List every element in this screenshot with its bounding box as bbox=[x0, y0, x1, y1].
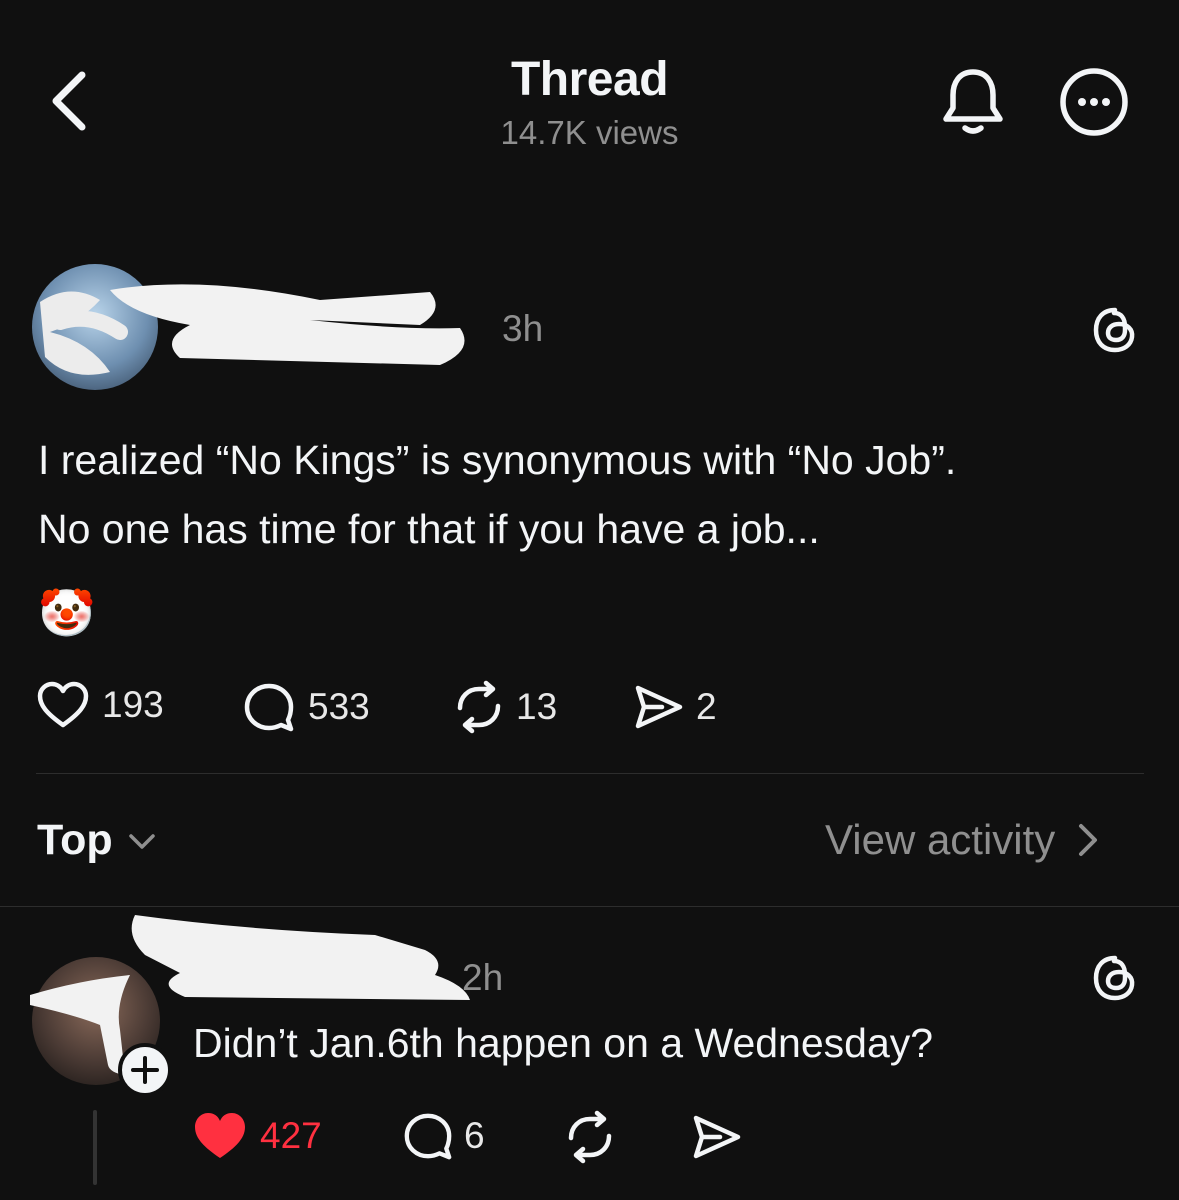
post-text-line: I realized “No Kings” is synonymous with… bbox=[38, 437, 957, 483]
repost-button[interactable]: 13 bbox=[452, 680, 557, 734]
comment-icon bbox=[404, 1113, 452, 1160]
view-activity-label: View activity bbox=[825, 816, 1056, 863]
reply-count: 6 bbox=[464, 1115, 485, 1156]
thread-line bbox=[93, 1110, 97, 1185]
username-redaction bbox=[110, 284, 465, 365]
reply-body: Didn’t Jan.6th happen on a Wednesday? bbox=[193, 1020, 934, 1066]
reply-timestamp: 2h bbox=[462, 957, 504, 998]
sort-label: Top bbox=[37, 816, 113, 864]
follow-button[interactable] bbox=[118, 1043, 172, 1097]
heart-icon bbox=[37, 681, 89, 728]
post-emoji: 🤡 bbox=[38, 587, 96, 639]
repost-button[interactable] bbox=[563, 1110, 617, 1164]
repost-icon bbox=[457, 680, 501, 734]
post-body: I realized “No Kings” is synonymous with… bbox=[38, 426, 1138, 564]
divider bbox=[36, 773, 1144, 774]
heart-icon bbox=[195, 1113, 245, 1158]
chevron-right-icon bbox=[1079, 824, 1098, 856]
sort-dropdown[interactable]: Top bbox=[37, 816, 159, 865]
like-button[interactable]: 427 bbox=[192, 1110, 322, 1162]
reply-count: 533 bbox=[308, 686, 370, 727]
comment-icon bbox=[244, 683, 294, 732]
username-redaction bbox=[131, 915, 470, 1000]
threads-logo-icon bbox=[1093, 955, 1135, 1001]
bell-icon bbox=[943, 69, 1003, 134]
threads-logo-button[interactable] bbox=[1090, 305, 1140, 355]
threads-logo-button[interactable] bbox=[1090, 953, 1140, 1003]
repost-icon bbox=[568, 1110, 612, 1164]
post-timestamp: 3h bbox=[502, 308, 544, 349]
share-icon bbox=[693, 1115, 741, 1159]
post-text-line: No one has time for that if you have a j… bbox=[38, 506, 820, 552]
like-button[interactable]: 193 bbox=[36, 680, 164, 730]
share-count: 2 bbox=[696, 686, 717, 727]
share-icon bbox=[635, 685, 683, 729]
repost-count: 13 bbox=[516, 686, 558, 727]
like-count: 427 bbox=[260, 1115, 322, 1156]
reply-button[interactable]: 6 bbox=[402, 1110, 485, 1162]
more-options-button[interactable] bbox=[1058, 66, 1130, 138]
share-button[interactable] bbox=[690, 1110, 744, 1164]
more-icon bbox=[1060, 68, 1128, 136]
share-button[interactable]: 2 bbox=[632, 680, 717, 734]
threads-logo-icon bbox=[1093, 307, 1135, 353]
reply-button[interactable]: 533 bbox=[242, 680, 370, 734]
chevron-down-icon bbox=[128, 833, 155, 849]
notifications-button[interactable] bbox=[938, 62, 1008, 138]
follow-plus-icon bbox=[118, 1043, 172, 1097]
view-activity-link[interactable]: View activity bbox=[825, 816, 1105, 864]
like-count: 193 bbox=[102, 684, 164, 725]
